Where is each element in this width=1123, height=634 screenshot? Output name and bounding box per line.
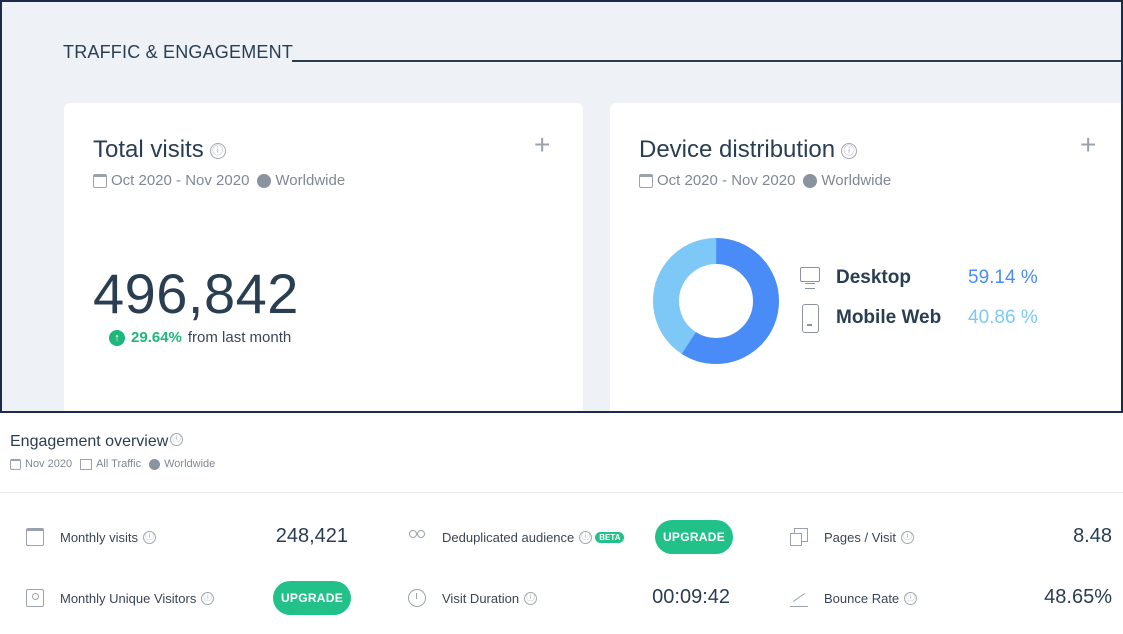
device-row-desktop: Desktop 59.14 %: [800, 267, 1038, 289]
calendar-icon: [639, 173, 653, 188]
calendar-icon: [10, 458, 21, 470]
info-icon[interactable]: ⓘ: [143, 530, 157, 544]
metric-label: Deduplicated audience: [442, 529, 575, 545]
growth-row: ↑ 29.64% from last month: [109, 329, 291, 346]
engagement-meta: Nov 2020 All Traffic Worldwide: [10, 458, 215, 470]
users-icon: [408, 528, 426, 546]
visit-duration-value: 00:09:42: [652, 586, 730, 608]
timer-icon: [408, 589, 426, 607]
globe-icon: [803, 173, 818, 188]
device-title-row: Device distribution ⓘ: [639, 136, 858, 164]
engagement-region: Worldwide: [164, 458, 216, 470]
mobile-icon: [800, 304, 820, 333]
info-icon[interactable]: ⓘ: [209, 142, 226, 159]
beta-badge: BETA: [595, 531, 625, 543]
region: Worldwide: [821, 172, 892, 189]
metric-label: Monthly visits: [60, 529, 139, 545]
total-visits-meta: Oct 2020 - Nov 2020 Worldwide: [93, 172, 345, 189]
pages-icon: [790, 528, 808, 546]
engagement-traffic: All Traffic: [96, 458, 142, 470]
total-visits-value: 496,842: [93, 262, 299, 325]
globe-icon: [257, 173, 272, 188]
device-value: 40.86 %: [968, 307, 1038, 328]
info-icon[interactable]: ⓘ: [579, 530, 593, 544]
add-icon[interactable]: +: [1080, 129, 1096, 161]
date-range: Oct 2020 - Nov 2020: [657, 172, 796, 189]
calendar-icon: [93, 173, 107, 188]
device-label: Desktop: [836, 267, 911, 288]
metric-dedup-audience: Deduplicated audience ⓘ BETA: [408, 528, 625, 546]
add-icon[interactable]: +: [534, 129, 550, 161]
bounce-icon: [790, 589, 808, 607]
globe-icon: [149, 458, 161, 470]
growth-label: from last month: [187, 329, 292, 346]
desktop-icon: [800, 267, 820, 289]
device-row-mobile: Mobile Web 40.86 %: [800, 304, 1038, 333]
metric-label: Monthly Unique Visitors: [60, 590, 197, 606]
engagement-divider: [0, 492, 1123, 493]
metric-pages-visit: Pages / Visit ⓘ: [790, 528, 915, 546]
person-icon: [26, 589, 44, 607]
device-label: Mobile Web: [836, 307, 942, 328]
monthly-visits-value: 248,421: [275, 525, 348, 547]
bounce-rate-value: 48.65%: [1044, 586, 1112, 608]
section-divider: [292, 60, 1121, 62]
metric-bounce-rate: Bounce Rate ⓘ: [790, 589, 918, 607]
total-visits-card: Total visits ⓘ + Oct 2020 - Nov 2020 Worl…: [64, 103, 583, 413]
info-icon[interactable]: ⓘ: [170, 433, 184, 446]
growth-value: 29.64%: [131, 329, 182, 346]
total-visits-title-row: Total visits ⓘ: [93, 136, 226, 164]
metric-label: Visit Duration: [442, 590, 520, 606]
engagement-overview-panel: Engagement overview ⓘ Nov 2020 All Traffi…: [0, 411, 1123, 634]
engagement-title-row: Engagement overview ⓘ: [10, 433, 184, 451]
region: Worldwide: [275, 172, 346, 189]
info-icon[interactable]: ⓘ: [904, 591, 918, 605]
arrow-up-icon: ↑: [109, 329, 125, 346]
info-icon[interactable]: ⓘ: [901, 530, 915, 544]
info-icon[interactable]: ⓘ: [201, 591, 215, 605]
metric-visit-duration: Visit Duration ⓘ: [408, 589, 538, 607]
info-icon[interactable]: ⓘ: [524, 591, 538, 605]
pages-visit-value: 8.48: [1073, 525, 1112, 547]
engagement-title: Engagement overview: [10, 433, 169, 450]
device-value: 59.14 %: [968, 267, 1038, 288]
device-distribution-card: Device distribution ⓘ + Oct 2020 - Nov 20…: [610, 103, 1121, 413]
calendar-icon: [26, 528, 44, 546]
metric-label: Bounce Rate: [824, 590, 900, 606]
section-title: TRAFFIC & ENGAGEMENT: [63, 42, 294, 62]
device-distribution-title: Device distribution: [639, 136, 836, 163]
device-donut-chart: [653, 238, 779, 364]
info-icon[interactable]: ⓘ: [841, 142, 858, 159]
total-visits-title: Total visits: [93, 136, 204, 163]
metric-unique-visitors: Monthly Unique Visitors ⓘ: [26, 589, 215, 607]
upgrade-button[interactable]: UPGRADE: [655, 520, 733, 554]
date-range: Oct 2020 - Nov 2020: [111, 172, 250, 189]
traffic-engagement-panel: TRAFFIC & ENGAGEMENT Total visits ⓘ + Oct…: [0, 0, 1123, 413]
upgrade-button[interactable]: UPGRADE: [273, 581, 351, 615]
traffic-icon: [80, 458, 93, 470]
engagement-date: Nov 2020: [25, 458, 73, 470]
metric-monthly-visits: Monthly visits ⓘ: [26, 528, 157, 546]
metric-label: Pages / Visit: [824, 529, 897, 545]
device-meta: Oct 2020 - Nov 2020 Worldwide: [639, 172, 891, 189]
